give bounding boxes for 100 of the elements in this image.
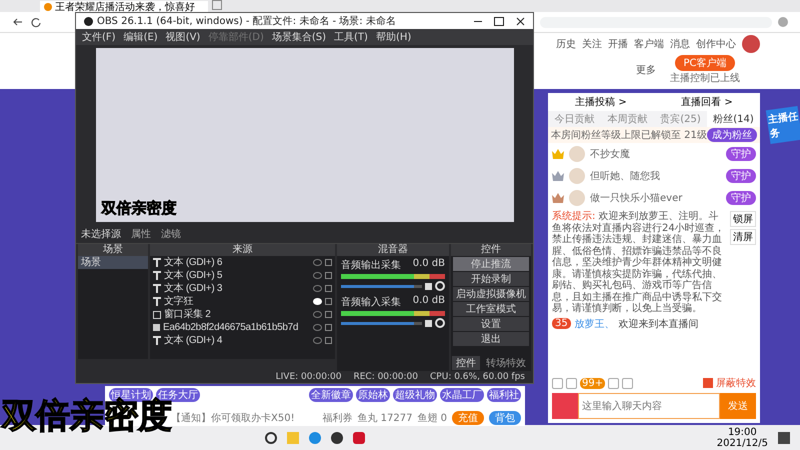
- window-title: OBS 26.1.1 (64-bit, windows) - 配置文件: 未命名 - 场景: 未命名: [97, 14, 396, 28]
- clock-time: 19:00: [728, 426, 757, 438]
- chat-message: 欢迎来到本直播间: [618, 318, 699, 330]
- menu-item[interactable]: 编辑(E): [124, 30, 158, 44]
- fish-ball-balance: 鱼丸 17277: [357, 412, 412, 425]
- gift-item[interactable]: 超级礼物: [393, 388, 437, 402]
- rank-tab[interactable]: 粉丝(14): [707, 111, 760, 127]
- nav-link[interactable]: 客户端: [634, 37, 664, 51]
- menu-item[interactable]: 帮助(H): [376, 30, 412, 44]
- app-logo-icon: [84, 16, 93, 26]
- nav-link[interactable]: 开播: [608, 37, 628, 51]
- close-icon[interactable]: [516, 16, 525, 26]
- properties-button[interactable]: 属性: [131, 227, 151, 241]
- control-button[interactable]: 开始录制: [453, 272, 529, 286]
- source-item[interactable]: 文本 (GDI+) 5: [164, 269, 310, 282]
- notification-icon[interactable]: [778, 432, 790, 444]
- gift-item[interactable]: 全新徽章: [309, 388, 353, 402]
- filters-button[interactable]: 滤镜: [161, 227, 181, 241]
- control-button[interactable]: 退出: [453, 332, 529, 346]
- reload-icon[interactable]: [30, 16, 42, 28]
- window-source-icon: [153, 310, 161, 318]
- menu-item[interactable]: 视图(V): [166, 30, 200, 44]
- menu-item[interactable]: 文件(F): [82, 30, 116, 44]
- user-avatar-icon[interactable]: [742, 35, 760, 53]
- control-button[interactable]: 启动虚拟摄像机: [453, 287, 529, 301]
- panel-link[interactable]: 主播投稿 >: [575, 95, 627, 109]
- fish-fin-balance: 鱼翅 0: [417, 412, 447, 425]
- tab-favicon-icon: [44, 2, 52, 10]
- chat-option-button[interactable]: 锁屏: [730, 211, 756, 227]
- nav-link[interactable]: 消息: [670, 37, 690, 51]
- source-item[interactable]: 窗口采集 2: [164, 308, 310, 321]
- guard-badge: 守护: [726, 169, 756, 183]
- source-item[interactable]: 文本 (GDI+) 4: [164, 334, 310, 347]
- cortana-circle-icon[interactable]: [265, 432, 278, 444]
- settings-icon[interactable]: [435, 281, 445, 291]
- fan-name: 做一只快乐小猫ever: [590, 192, 684, 205]
- avatar-circle: [569, 168, 585, 184]
- browser-app-icon[interactable]: [309, 432, 322, 444]
- channel-name: 音频输入采集: [341, 296, 401, 309]
- recorder-app-icon[interactable]: [331, 432, 344, 444]
- control-button[interactable]: 设置: [453, 317, 529, 331]
- clock-date: 2021/12/5: [716, 438, 768, 448]
- avatar-circle: [569, 146, 585, 162]
- join-fans-button[interactable]: 成为粉丝: [707, 128, 757, 142]
- gift-item[interactable]: 水晶工厂: [440, 388, 484, 402]
- level-badge: 35: [552, 318, 571, 329]
- browser-tab[interactable]: 王者荣耀店播活动来袭，惊喜好: [40, 1, 208, 12]
- channel-reading: 0.0 dB: [412, 295, 445, 308]
- source-item[interactable]: 文本 (GDI+) 3: [164, 282, 310, 295]
- music-app-icon[interactable]: [353, 432, 366, 444]
- count-badge: 99+: [580, 378, 606, 388]
- settings-icon[interactable]: [435, 318, 445, 328]
- panel-link[interactable]: 直播回看 >: [681, 95, 733, 109]
- chat-input-field[interactable]: 这里输入聊天内容: [578, 393, 720, 419]
- gift-notice: 【通知】你可领取办卡X50!: [171, 412, 295, 425]
- effects-checkbox[interactable]: [703, 378, 713, 388]
- channel-name: 音频输出采集: [341, 258, 401, 272]
- chat-option-button[interactable]: 清屏: [730, 229, 756, 245]
- unlock-note: 本房间粉丝等级上限已解锁至 21级: [551, 128, 707, 142]
- client-note: 主播控制已上线: [670, 72, 740, 85]
- gift-item[interactable]: 福利社: [487, 388, 521, 402]
- menu-item[interactable]: 工具(T): [334, 30, 368, 44]
- chat-user[interactable]: 放萝王、: [574, 316, 615, 330]
- source-item[interactable]: 文本 (GDI+) 6: [164, 256, 310, 269]
- avatar-circle: [569, 190, 585, 206]
- nav-link[interactable]: 创作中心: [696, 37, 736, 51]
- task-banner[interactable]: 主播任务: [766, 106, 800, 144]
- back-icon[interactable]: [12, 16, 24, 28]
- nav-link[interactable]: 关注: [582, 37, 602, 51]
- dock-header: 场景: [78, 244, 148, 256]
- maximize-icon[interactable]: [494, 16, 504, 26]
- control-button[interactable]: 工作室模式: [453, 302, 529, 316]
- dock-header: 控件: [451, 244, 531, 256]
- source-item[interactable]: 文字狂: [164, 295, 310, 308]
- guard-badge: 守护: [726, 191, 756, 205]
- fan-name: 但听她、随您我: [590, 170, 661, 183]
- control-button[interactable]: 停止推流: [453, 257, 529, 271]
- status-text: LIVE: 00:00:00: [276, 372, 342, 382]
- menu-item[interactable]: 场景集合(S): [272, 30, 326, 44]
- text-source-icon: [153, 336, 161, 345]
- dock-header: 来源: [150, 244, 335, 256]
- coupon-link[interactable]: 福利券: [322, 411, 352, 425]
- more-link[interactable]: 更多: [636, 63, 656, 77]
- status-text: CPU: 0.6%, 60.00 fps: [430, 372, 525, 382]
- minimize-icon[interactable]: [474, 20, 482, 22]
- new-tab-icon[interactable]: [212, 0, 222, 10]
- volume-slider[interactable]: [341, 322, 422, 324]
- dock-header: 混音器: [337, 244, 449, 256]
- volume-slider[interactable]: [341, 284, 422, 288]
- nav-link[interactable]: 历史: [556, 37, 576, 51]
- status-text: REC: 00:00:00: [353, 372, 418, 382]
- gift-item[interactable]: 原始林: [356, 388, 390, 402]
- source-status: 未选择源: [81, 228, 121, 241]
- channel-reading: 0.0 dB: [412, 258, 445, 271]
- dock-tab[interactable]: 转场特效: [482, 356, 530, 370]
- preview-caption: 双倍亲密度: [102, 199, 176, 218]
- dock-tab[interactable]: 控件: [452, 356, 480, 370]
- fan-name: 不抄女魔: [590, 148, 631, 161]
- source-item[interactable]: Ea64b2b8f2d46675a1b61b5b7d: [163, 321, 310, 334]
- scene-item[interactable]: 场景: [78, 256, 148, 269]
